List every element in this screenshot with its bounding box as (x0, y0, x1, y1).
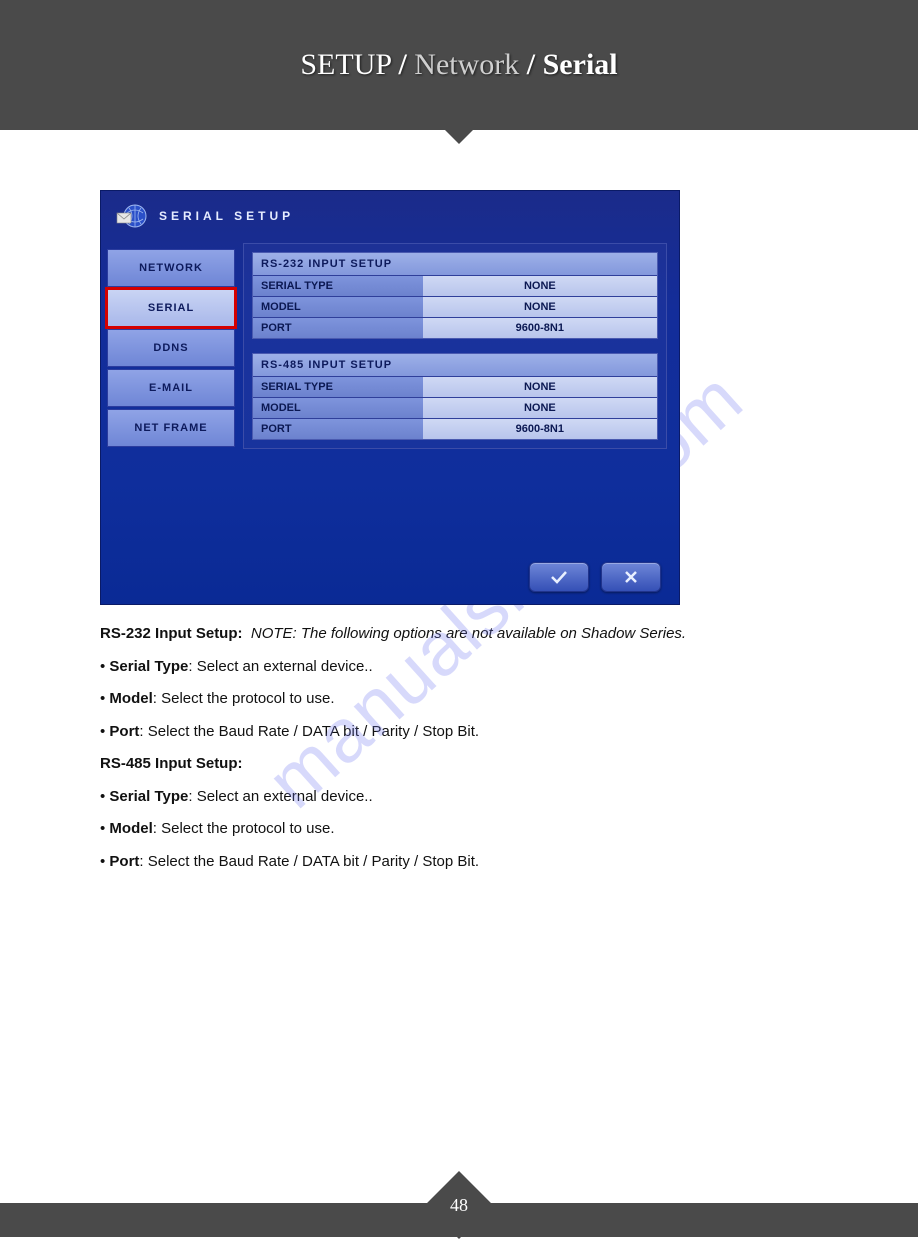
breadcrumb: SETUP / Network / Serial (300, 48, 617, 82)
rs232-port-line: • Port: Select the Baud Rate / DATA bit … (100, 721, 818, 744)
rs485-model-value[interactable]: NONE (423, 398, 657, 418)
dialog-panel: RS-232 INPUT SETUP SERIAL TYPE NONE MODE… (243, 243, 667, 449)
dialog-title: SERIAL SETUP (159, 209, 294, 223)
rs232-model-line: • Model: Select the protocol to use. (100, 688, 818, 711)
rs232-heading: RS-232 Input Setup: (100, 625, 243, 642)
tab-network[interactable]: NETWORK (107, 249, 235, 287)
model-desc: : Select the protocol to use. (153, 690, 335, 707)
rs485-model-line: • Model: Select the protocol to use. (100, 818, 818, 841)
rs485-heading-line: RS-485 Input Setup: (100, 753, 818, 776)
rs232-serial-type-value[interactable]: NONE (423, 276, 657, 296)
dialog-footer (529, 562, 661, 592)
page-footer: 48 (0, 1203, 918, 1237)
rs232-port-value[interactable]: 9600-8N1 (423, 318, 657, 338)
rs232-port-label: PORT (253, 318, 423, 338)
rs232-serial-type-line: • Serial Type: Select an external device… (100, 656, 818, 679)
rs485-group: RS-485 INPUT SETUP SERIAL TYPE NONE MODE… (252, 353, 658, 440)
page-header-banner: SETUP / Network / Serial (0, 0, 918, 130)
rs485-port-value[interactable]: 9600-8N1 (423, 419, 657, 439)
document-body-text: RS-232 Input Setup: NOTE: The following … (100, 623, 818, 873)
model-desc: : Select the protocol to use. (153, 820, 335, 837)
rs232-model-row[interactable]: MODEL NONE (253, 296, 657, 317)
breadcrumb-network: Network (414, 48, 519, 81)
rs232-model-label: MODEL (253, 297, 423, 317)
rs485-serial-type-label: SERIAL TYPE (253, 377, 423, 397)
breadcrumb-setup: SETUP (300, 48, 391, 81)
port-label: Port (109, 853, 139, 870)
port-label: Port (109, 723, 139, 740)
rs485-port-row[interactable]: PORT 9600-8N1 (253, 418, 657, 439)
dialog-header: SERIAL SETUP (101, 191, 679, 237)
rs232-serial-type-label: SERIAL TYPE (253, 276, 423, 296)
port-desc: : Select the Baud Rate / DATA bit / Pari… (139, 853, 479, 870)
check-icon (549, 569, 569, 585)
rs232-group: RS-232 INPUT SETUP SERIAL TYPE NONE MODE… (252, 252, 658, 339)
serial-type-desc: : Select an external device.. (188, 658, 372, 675)
ok-button[interactable] (529, 562, 589, 592)
model-label: Model (109, 690, 152, 707)
serial-type-label: Serial Type (109, 658, 188, 675)
breadcrumb-sep: / (527, 48, 535, 81)
serial-setup-dialog: SERIAL SETUP NETWORK SERIAL DDNS E-MAIL … (100, 190, 680, 605)
rs232-model-value[interactable]: NONE (423, 297, 657, 317)
rs485-port-line: • Port: Select the Baud Rate / DATA bit … (100, 851, 818, 874)
breadcrumb-sep: / (398, 48, 406, 81)
rs485-serial-type-line: • Serial Type: Select an external device… (100, 786, 818, 809)
rs232-group-title: RS-232 INPUT SETUP (253, 253, 657, 275)
port-desc: : Select the Baud Rate / DATA bit / Pari… (139, 723, 479, 740)
network-globe-icon (115, 201, 149, 231)
dialog-sidebar: NETWORK SERIAL DDNS E-MAIL NET FRAME (107, 243, 235, 449)
page-number-badge: 48 (435, 1181, 483, 1229)
rs485-serial-type-row[interactable]: SERIAL TYPE NONE (253, 376, 657, 397)
rs485-model-label: MODEL (253, 398, 423, 418)
tab-email[interactable]: E-MAIL (107, 369, 235, 407)
rs232-heading-line: RS-232 Input Setup: NOTE: The following … (100, 623, 818, 646)
rs485-serial-type-value[interactable]: NONE (423, 377, 657, 397)
tab-ddns[interactable]: DDNS (107, 329, 235, 367)
serial-type-desc: : Select an external device.. (188, 788, 372, 805)
footer-bar: 48 (0, 1203, 918, 1237)
rs485-heading: RS-485 Input Setup: (100, 755, 243, 772)
tab-serial[interactable]: SERIAL (107, 289, 235, 327)
page-content: manualshive.com SERIAL SETUP NETWORK SER… (0, 130, 918, 923)
rs485-model-row[interactable]: MODEL NONE (253, 397, 657, 418)
breadcrumb-serial: Serial (543, 48, 618, 81)
rs485-group-title: RS-485 INPUT SETUP (253, 354, 657, 376)
page-number: 48 (435, 1181, 483, 1229)
rs485-port-label: PORT (253, 419, 423, 439)
close-icon (623, 569, 639, 585)
rs232-port-row[interactable]: PORT 9600-8N1 (253, 317, 657, 338)
rs232-note: NOTE: The following options are not avai… (251, 625, 686, 642)
rs232-serial-type-row[interactable]: SERIAL TYPE NONE (253, 275, 657, 296)
model-label: Model (109, 820, 152, 837)
cancel-button[interactable] (601, 562, 661, 592)
tab-netframe[interactable]: NET FRAME (107, 409, 235, 447)
dialog-body: NETWORK SERIAL DDNS E-MAIL NET FRAME RS-… (101, 237, 679, 459)
serial-type-label: Serial Type (109, 788, 188, 805)
